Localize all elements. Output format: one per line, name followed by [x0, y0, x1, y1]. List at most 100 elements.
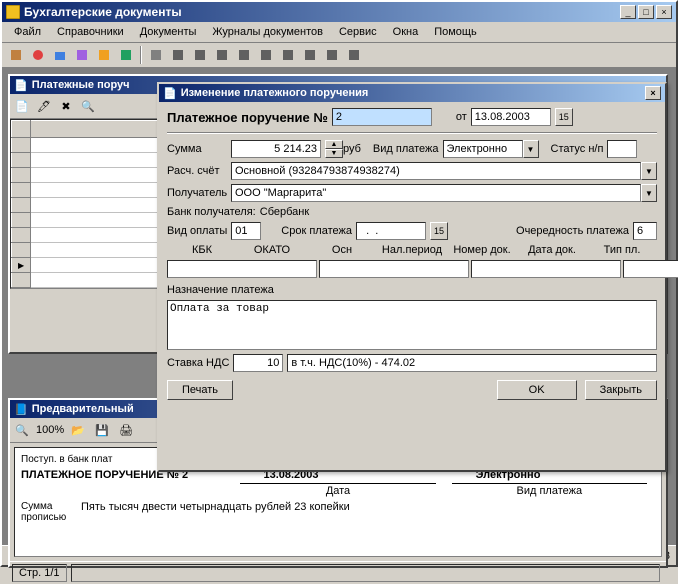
toolbar-btn-16[interactable]	[344, 45, 364, 65]
menu-journals[interactable]: Журналы документов	[204, 24, 331, 40]
menu-help[interactable]: Помощь	[426, 24, 485, 40]
osn-input[interactable]	[471, 260, 621, 278]
kbk-row: ✎ 🗑	[167, 260, 657, 280]
toolbar-btn-1[interactable]	[6, 45, 26, 65]
toolbar-btn-10[interactable]	[212, 45, 232, 65]
ok-button[interactable]: OK	[497, 380, 577, 400]
srok-date-button[interactable]: 15	[430, 222, 448, 240]
preview-zoom: 100%	[36, 424, 64, 436]
toolbar-btn-7[interactable]	[146, 45, 166, 65]
separator	[167, 132, 657, 134]
nds-rate-input[interactable]	[233, 354, 283, 372]
cancel-button[interactable]: Закрыть	[585, 380, 657, 400]
sum-label: Сумма	[167, 143, 227, 155]
grid-title-text: Платежные поруч	[32, 79, 130, 91]
bank-label: Банк получателя:	[167, 206, 256, 218]
kbk-col-nomer: Номер док.	[447, 244, 517, 256]
nalperiod-input[interactable]	[623, 260, 678, 278]
vid-oplaty-label: Вид оплаты	[167, 225, 227, 237]
toolbar-btn-11[interactable]	[234, 45, 254, 65]
toolbar-btn-15[interactable]	[322, 45, 342, 65]
sum-input[interactable]	[231, 140, 321, 158]
preview-ptype-lbl: Вид платежа	[452, 483, 647, 497]
open-icon[interactable]: 📂	[68, 420, 88, 440]
toolbar-btn-8[interactable]	[168, 45, 188, 65]
preview-title-text: Предварительный	[32, 403, 134, 415]
vid-oplaty-input[interactable]	[231, 222, 261, 240]
dialog-header: Платежное поручение №	[167, 110, 328, 125]
minimize-button[interactable]: _	[620, 5, 636, 19]
date-input[interactable]	[471, 108, 551, 126]
print-button[interactable]: Печать	[167, 380, 233, 400]
menu-directories[interactable]: Справочники	[49, 24, 132, 40]
toolbar-btn-9[interactable]	[190, 45, 210, 65]
account-select[interactable]	[231, 162, 641, 180]
dialog-title-text: Изменение платежного поручения	[181, 87, 643, 99]
bank-value: Сбербанк	[260, 206, 309, 218]
edit-payment-dialog: 📄 Изменение платежного поручения × Плате…	[157, 82, 667, 472]
rub-label: руб	[343, 143, 361, 155]
toolbar-btn-3[interactable]	[50, 45, 70, 65]
maximize-button[interactable]: □	[638, 5, 654, 19]
toolbar-btn-12[interactable]	[256, 45, 276, 65]
ochered-label: Очередность платежа	[516, 225, 629, 237]
main-toolbar	[2, 43, 676, 68]
nazn-label: Назначение платежа	[167, 284, 657, 296]
srok-input[interactable]	[356, 222, 426, 240]
number-input[interactable]	[332, 108, 432, 126]
preview-statusbar: Стр. 1/1	[10, 561, 666, 584]
dropdown-arrow-icon[interactable]: ▼	[641, 162, 657, 180]
toolbar-sep-1	[140, 46, 142, 64]
status-input[interactable]	[607, 140, 637, 158]
menu-windows[interactable]: Окна	[385, 24, 427, 40]
dialog-close-button[interactable]: ×	[645, 86, 661, 100]
kbk-col-kbk: КБК	[167, 244, 237, 256]
print-icon[interactable]: 🖨	[116, 420, 136, 440]
dialog-titlebar: 📄 Изменение платежного поручения ×	[159, 84, 665, 102]
nds-text-input[interactable]	[287, 354, 657, 372]
recv-label: Получатель	[167, 187, 227, 199]
toolbar-btn-14[interactable]	[300, 45, 320, 65]
menu-service[interactable]: Сервис	[331, 24, 385, 40]
main-title: Бухгалтерские документы	[24, 5, 618, 19]
nds-label: Ставка НДС	[167, 357, 229, 369]
preview-zoom-out[interactable]: 🔍	[12, 420, 32, 440]
preview-amount-words: Пять тысяч двести четырнадцать рублей 23…	[81, 501, 350, 523]
save-icon[interactable]: 💾	[92, 420, 112, 440]
ochered-input[interactable]	[633, 222, 657, 240]
toolbar-btn-5[interactable]	[94, 45, 114, 65]
sum-down[interactable]: ▼	[325, 149, 343, 158]
grid-tbtn-2[interactable]: 🖊	[34, 96, 54, 116]
grid-col-marker[interactable]	[12, 121, 31, 138]
kbk-col-nalperiod: Нал.период	[377, 244, 447, 256]
dialog-icon: 📄	[163, 87, 177, 100]
kbk-header: КБК ОКАТО Осн Нал.период Номер док. Дата…	[167, 244, 657, 256]
dialog-body: Платежное поручение № от 15 Сумма ▲ ▼ ру…	[159, 102, 665, 470]
grid-tbtn-4[interactable]: 🔍	[78, 96, 98, 116]
recipient-select[interactable]	[231, 184, 641, 202]
main-titlebar: Бухгалтерские документы _ □ ×	[2, 2, 676, 22]
kbk-input[interactable]	[167, 260, 317, 278]
grid-tbtn-3[interactable]: ✖	[56, 96, 76, 116]
menu-documents[interactable]: Документы	[132, 24, 205, 40]
menu-file[interactable]: Файл	[6, 24, 49, 40]
toolbar-btn-13[interactable]	[278, 45, 298, 65]
okato-input[interactable]	[319, 260, 469, 278]
sum-up[interactable]: ▲	[325, 140, 343, 149]
kbk-col-osn: Осн	[307, 244, 377, 256]
vid-platezha-select[interactable]	[443, 140, 523, 158]
dropdown-arrow-icon[interactable]: ▼	[523, 140, 539, 158]
toolbar-btn-4[interactable]	[72, 45, 92, 65]
purpose-textarea[interactable]: Оплата за товар	[167, 300, 657, 350]
srok-label: Срок платежа	[281, 225, 352, 237]
app-icon	[6, 5, 20, 19]
toolbar-btn-2[interactable]	[28, 45, 48, 65]
close-button[interactable]: ×	[656, 5, 672, 19]
rasch-label: Расч. счёт	[167, 165, 227, 177]
vid-platezha-label: Вид платежа	[373, 143, 439, 155]
toolbar-btn-6[interactable]	[116, 45, 136, 65]
date-picker-button[interactable]: 15	[555, 108, 573, 126]
grid-tbtn-1[interactable]: 📄	[12, 96, 32, 116]
button-row: Печать OK Закрыть	[167, 380, 657, 400]
dropdown-arrow-icon[interactable]: ▼	[641, 184, 657, 202]
